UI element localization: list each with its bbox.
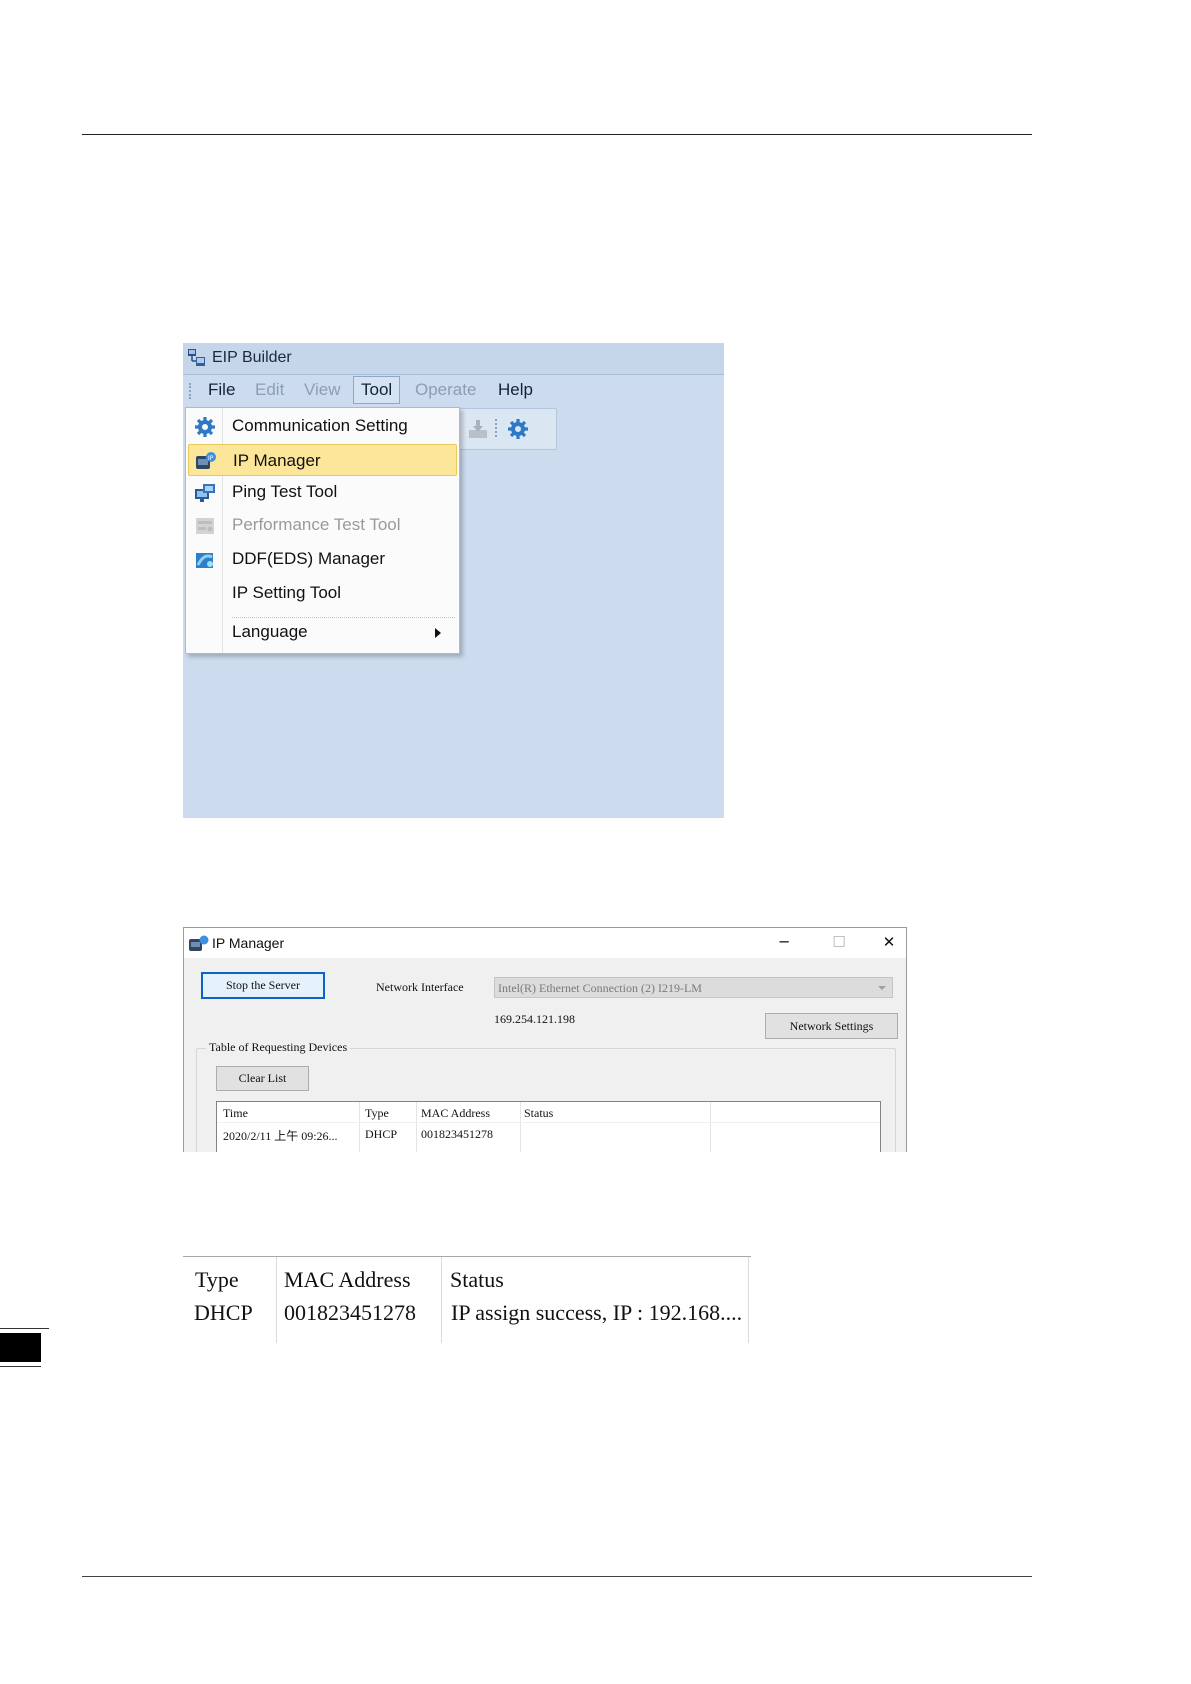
side-tab-line: [0, 1328, 49, 1329]
eds-manager-icon: [196, 553, 213, 568]
header-divider: [217, 1122, 880, 1123]
menu-item-label: IP Setting Tool: [232, 583, 342, 602]
clear-list-button[interactable]: Clear List: [216, 1066, 309, 1091]
menu-tool[interactable]: Tool: [353, 376, 401, 404]
column-divider: [710, 1102, 711, 1152]
cell-type: DHCP: [365, 1127, 398, 1141]
menu-file[interactable]: File: [208, 380, 235, 400]
menu-item-label: Language: [232, 622, 308, 641]
column-header-status[interactable]: Status: [524, 1106, 553, 1121]
submenu-arrow-icon: [435, 628, 441, 638]
svg-text:IP: IP: [208, 455, 214, 462]
title-bar: IP Manager ─ ☐ ✕: [184, 928, 906, 958]
menu-item-ip-setting-tool[interactable]: IP Setting Tool: [186, 577, 459, 609]
chevron-down-icon: [878, 986, 886, 990]
gear-icon: [195, 417, 215, 437]
cell-type: DHCP: [194, 1300, 253, 1325]
menu-item-communication-setting[interactable]: Communication Setting: [186, 410, 459, 442]
menu-item-ddf-eds-manager[interactable]: DDF(EDS) Manager: [186, 543, 459, 575]
network-interface-value: Intel(R) Ethernet Connection (2) I219-LM: [498, 981, 702, 995]
network-settings-button[interactable]: Network Settings: [765, 1013, 898, 1039]
ip-manager-window: IP Manager ─ ☐ ✕ Stop the Server Network…: [183, 927, 907, 1152]
ip-manager-icon: IP: [196, 452, 216, 469]
column-header-mac-address: MAC Address: [284, 1267, 411, 1292]
ip-address-value: 169.254.121.198: [494, 1012, 575, 1026]
column-header-type[interactable]: Type: [365, 1106, 389, 1121]
gear-icon[interactable]: [507, 418, 529, 440]
column-divider: [748, 1257, 749, 1343]
menubar-grip: [189, 383, 193, 399]
ip-manager-icon: [189, 935, 209, 951]
header-rule: [82, 134, 1032, 135]
download-icon[interactable]: [467, 418, 489, 440]
footer-rule: [82, 1576, 1032, 1577]
requesting-devices-list[interactable]: Time Type MAC Address Status 2020/2/11 上…: [216, 1101, 881, 1152]
side-tab-line: [0, 1366, 41, 1367]
menu-item-label: Communication Setting: [232, 416, 408, 435]
column-header-mac-address[interactable]: MAC Address: [421, 1106, 490, 1121]
cell-mac-address: 001823451278: [284, 1300, 416, 1325]
tool-menu-dropdown: Communication Setting IP IP Manager Ping…: [185, 407, 460, 654]
toolbar-separator: [495, 419, 499, 437]
menu-item-label: DDF(EDS) Manager: [232, 549, 386, 568]
performance-icon: [196, 518, 214, 534]
window-title: EIP Builder: [212, 349, 292, 366]
group-label: Table of Requesting Devices: [206, 1040, 351, 1055]
column-divider: [441, 1257, 442, 1343]
title-bar: EIP Builder: [183, 343, 724, 375]
network-icon: [195, 484, 215, 502]
cell-mac-address: 001823451278: [421, 1127, 493, 1141]
network-interface-label: Network Interface: [376, 980, 464, 994]
app-icon: [188, 349, 205, 366]
menu-item-ping-test-tool[interactable]: Ping Test Tool: [186, 476, 459, 508]
cell-status: IP assign success, IP : 192.168....: [451, 1300, 743, 1325]
eip-builder-window: EIP Builder File Edit View Tool Operate …: [183, 343, 724, 818]
column-divider: [416, 1102, 417, 1152]
menu-bar: File Edit View Tool Operate Help: [183, 375, 724, 405]
column-divider: [276, 1257, 277, 1343]
menu-item-label: IP Manager: [233, 451, 321, 470]
menu-edit[interactable]: Edit: [255, 380, 284, 400]
maximize-button[interactable]: ☐: [824, 931, 854, 953]
column-divider: [520, 1102, 521, 1152]
menu-item-language[interactable]: Language: [186, 616, 459, 648]
close-button[interactable]: ✕: [874, 931, 904, 953]
side-tab-marker: [0, 1333, 41, 1362]
zoomed-device-table: Type MAC Address Status DHCP 00182345127…: [183, 1256, 751, 1343]
column-header-time[interactable]: Time: [223, 1106, 248, 1121]
menu-view[interactable]: View: [304, 380, 341, 400]
column-divider: [359, 1102, 360, 1152]
menu-help[interactable]: Help: [498, 380, 533, 400]
menu-operate[interactable]: Operate: [415, 380, 476, 400]
network-interface-select[interactable]: Intel(R) Ethernet Connection (2) I219-LM: [494, 977, 893, 998]
stop-server-button[interactable]: Stop the Server: [201, 972, 325, 999]
column-header-status: Status: [450, 1267, 504, 1292]
menu-item-performance-test-tool[interactable]: Performance Test Tool: [186, 509, 459, 541]
window-title: IP Manager: [212, 935, 285, 951]
menu-item-ip-manager[interactable]: IP IP Manager: [188, 444, 457, 476]
menu-item-label: Performance Test Tool: [232, 515, 401, 534]
menu-item-label: Ping Test Tool: [232, 482, 338, 501]
minimize-button[interactable]: ─: [769, 931, 799, 953]
cell-time: 2020/2/11 上午 09:26...: [223, 1129, 338, 1143]
column-header-type: Type: [195, 1267, 239, 1292]
